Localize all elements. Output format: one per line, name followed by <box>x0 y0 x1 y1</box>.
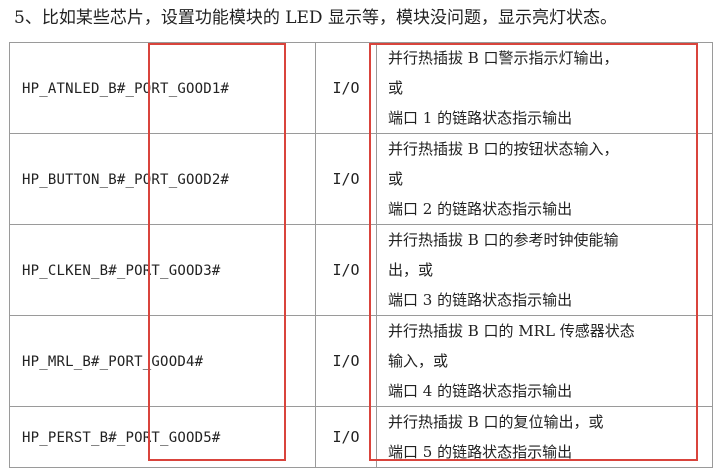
pin-desc-cell: 并行热插拔 B 口的 MRL 传感器状态 输入，或 端口 4 的链路状态指示输出 <box>376 315 713 407</box>
pin-desc-line: 输入，或 <box>388 352 449 370</box>
pin-io-cell: I/O <box>315 133 377 225</box>
table-row: HP_ATNLED_B#_PORT_GOOD1# I/O 并行热插拔 B 口警示… <box>9 42 713 134</box>
table-row: HP_MRL_B#_PORT_GOOD4# I/O 并行热插拔 B 口的 MRL… <box>9 315 713 407</box>
pin-name-cell: HP_ATNLED_B#_PORT_GOOD1# <box>9 42 316 134</box>
pin-name: HP_BUTTON_B#_PORT_GOOD2# <box>22 172 230 188</box>
pin-name: HP_ATNLED_B#_PORT_GOOD1# <box>22 81 230 97</box>
pin-desc-line: 端口 5 的链路状态指示输出 <box>388 443 573 461</box>
pin-desc-line: 并行热插拔 B 口的参考时钟使能输 <box>388 231 619 249</box>
pin-io-cell: I/O <box>315 406 377 468</box>
pin-io: I/O <box>332 352 360 370</box>
pin-name-cell: HP_MRL_B#_PORT_GOOD4# <box>9 315 316 407</box>
pin-io: I/O <box>332 261 360 279</box>
pin-desc-line: 端口 3 的链路状态指示输出 <box>388 291 573 309</box>
table-row: HP_PERST_B#_PORT_GOOD5# I/O 并行热插拔 B 口的复位… <box>9 406 713 468</box>
pin-io: I/O <box>332 79 360 97</box>
pin-io-cell: I/O <box>315 42 377 134</box>
pin-desc-line: 并行热插拔 B 口的按钮状态输入， <box>388 140 619 158</box>
pin-desc-line: 并行热插拔 B 口的复位输出，或 <box>388 413 604 431</box>
pin-table: HP_ATNLED_B#_PORT_GOOD1# I/O 并行热插拔 B 口警示… <box>9 42 713 468</box>
pin-desc-cell: 并行热插拔 B 口的按钮状态输入， 或 端口 2 的链路状态指示输出 <box>376 133 713 225</box>
pin-desc-cell: 并行热插拔 B 口警示指示灯输出， 或 端口 1 的链路状态指示输出 <box>376 42 713 134</box>
pin-name: HP_MRL_B#_PORT_GOOD4# <box>22 354 204 370</box>
pin-desc-cell: 并行热插拔 B 口的复位输出，或 端口 5 的链路状态指示输出 <box>376 406 713 468</box>
pin-desc-line: 或 <box>388 79 404 97</box>
table-row: HP_CLKEN_B#_PORT_GOOD3# I/O 并行热插拔 B 口的参考… <box>9 224 713 316</box>
table-row: HP_BUTTON_B#_PORT_GOOD2# I/O 并行热插拔 B 口的按… <box>9 133 713 225</box>
section-heading: 5、比如某些芯片，设置功能模块的 LED 显示等，模块没问题，显示亮灯状态。 <box>14 8 617 28</box>
pin-io: I/O <box>332 170 360 188</box>
pin-desc-line: 并行热插拔 B 口警示指示灯输出， <box>388 49 619 67</box>
pin-desc-line: 端口 4 的链路状态指示输出 <box>388 382 573 400</box>
pin-name-cell: HP_PERST_B#_PORT_GOOD5# <box>9 406 316 468</box>
pin-io-cell: I/O <box>315 224 377 316</box>
pin-desc-line: 或 <box>388 170 404 188</box>
pin-desc-line: 并行热插拔 B 口的 MRL 传感器状态 <box>388 322 635 340</box>
pin-io: I/O <box>332 428 360 446</box>
pin-desc-line: 出，或 <box>388 261 434 279</box>
pin-desc-line: 端口 1 的链路状态指示输出 <box>388 109 573 127</box>
pin-io-cell: I/O <box>315 315 377 407</box>
pin-name: HP_CLKEN_B#_PORT_GOOD3# <box>22 263 221 279</box>
pin-name-cell: HP_CLKEN_B#_PORT_GOOD3# <box>9 224 316 316</box>
pin-name: HP_PERST_B#_PORT_GOOD5# <box>22 430 221 446</box>
pin-desc-cell: 并行热插拔 B 口的参考时钟使能输 出，或 端口 3 的链路状态指示输出 <box>376 224 713 316</box>
pin-desc-line: 端口 2 的链路状态指示输出 <box>388 200 573 218</box>
pin-name-cell: HP_BUTTON_B#_PORT_GOOD2# <box>9 133 316 225</box>
